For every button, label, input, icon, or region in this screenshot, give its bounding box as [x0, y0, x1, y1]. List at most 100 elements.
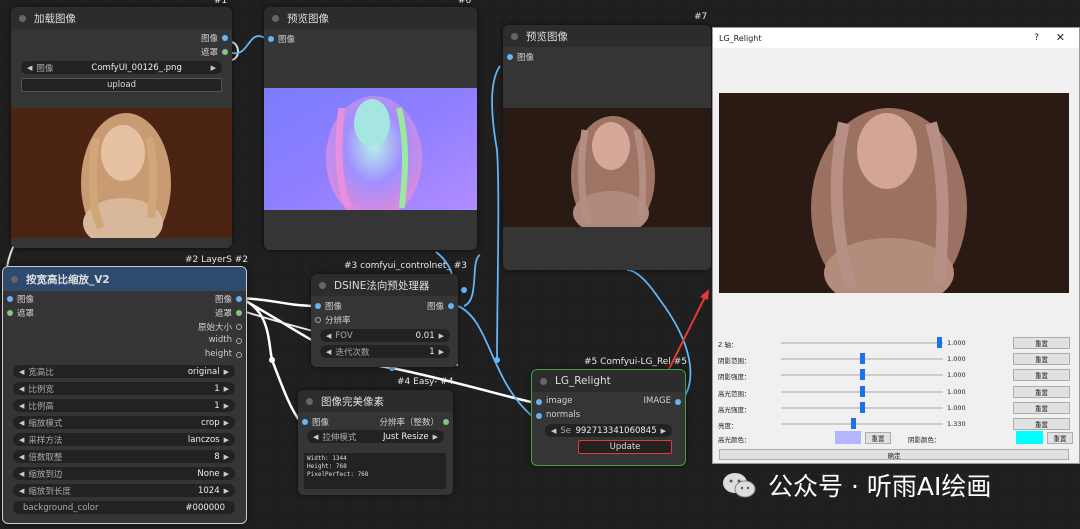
dialog-titlebar[interactable]: LG_Relight ? ✕	[713, 28, 1079, 48]
arrow-left-icon[interactable]: ◀	[313, 433, 318, 441]
arrow-left-icon[interactable]: ◀	[19, 385, 24, 393]
arrow-left-icon[interactable]: ◀	[19, 402, 24, 410]
node-header[interactable]: 预览图像	[264, 7, 477, 29]
info-text-area[interactable]: Width: 1344 Height: 768 PixelPerfect: 76…	[304, 453, 446, 489]
collapse-dot-icon[interactable]	[540, 377, 547, 385]
node-header[interactable]: 图像完美像素	[298, 390, 453, 412]
lg-relight-node[interactable]: LG_Relight image normals IMAGE ◀ Se 992713…	[531, 369, 686, 466]
reset-button[interactable]: 重置	[1013, 401, 1070, 414]
arrow-right-icon[interactable]: ▶	[433, 433, 438, 441]
arrow-right-icon[interactable]: ▶	[224, 402, 229, 410]
node-header[interactable]: 加载图像	[11, 7, 232, 29]
widget-row[interactable]: ◀ 缩放到边 None ▶	[13, 467, 235, 480]
arrow-right-icon[interactable]: ▶	[439, 348, 444, 356]
output-image-socket[interactable]	[222, 35, 228, 41]
collapse-dot-icon[interactable]	[272, 14, 279, 22]
widget-row[interactable]: ◀ 倍数取整 8 ▶	[13, 450, 235, 463]
arrow-right-icon[interactable]: ▶	[439, 332, 444, 340]
arrow-right-icon[interactable]: ▶	[224, 419, 229, 427]
arrow-left-icon[interactable]: ◀	[19, 470, 24, 478]
node-canvas[interactable]: #1 加载图像 图像 遮罩 ◀ 图像 ComfyUI_00126_.png ▶ upl…	[0, 0, 1080, 529]
upload-button[interactable]: upload	[21, 78, 222, 92]
collapse-dot-icon[interactable]	[511, 32, 518, 40]
preview-image-node-2[interactable]: 预览图像 图像	[503, 25, 711, 270]
confirm-button[interactable]: 确定	[719, 449, 1069, 460]
node-header[interactable]: 预览图像	[503, 25, 711, 47]
output-image-socket[interactable]	[448, 303, 454, 309]
seed-widget[interactable]: ◀ Se 992713341060845 ▶	[545, 424, 672, 437]
arrow-right-icon[interactable]: ▶	[224, 470, 229, 478]
input-image-socket[interactable]	[7, 296, 13, 302]
arrow-left-icon[interactable]: ◀	[326, 332, 331, 340]
output-image-socket[interactable]	[236, 296, 242, 302]
input-image-socket[interactable]	[536, 399, 542, 405]
node-header[interactable]: LG_Relight	[532, 370, 685, 392]
widget-row[interactable]: background_color #000000	[13, 501, 235, 514]
arrow-right-icon[interactable]: ▶	[224, 453, 229, 461]
arrow-left-icon[interactable]: ◀	[27, 64, 32, 72]
output-mask-socket[interactable]	[222, 49, 228, 55]
output-original-size-socket[interactable]	[236, 324, 242, 330]
input-image-socket[interactable]	[315, 303, 321, 309]
node-header[interactable]: DSINE法向预处理器	[311, 274, 458, 296]
collapse-dot-icon[interactable]	[19, 14, 26, 22]
output-image-socket[interactable]	[675, 399, 681, 405]
input-image-socket[interactable]	[268, 36, 274, 42]
slider-track[interactable]	[781, 423, 943, 425]
help-icon[interactable]: ?	[1034, 33, 1039, 43]
close-icon[interactable]: ✕	[1056, 31, 1065, 44]
reset-button[interactable]: 重置	[1013, 385, 1070, 398]
arrow-right-icon[interactable]: ▶	[661, 427, 666, 435]
arrow-left-icon[interactable]: ◀	[551, 427, 556, 435]
arrow-left-icon[interactable]: ◀	[19, 419, 24, 427]
preview-image-node[interactable]: 预览图像 图像	[264, 7, 477, 250]
highlight-color-swatch[interactable]	[835, 431, 861, 444]
input-mask-socket[interactable]	[7, 310, 13, 316]
collapse-dot-icon[interactable]	[11, 275, 18, 283]
reset-button[interactable]: 重置	[1013, 369, 1070, 382]
iterations-widget[interactable]: ◀ 迭代次数 1 ▶	[320, 345, 450, 358]
arrow-right-icon[interactable]: ▶	[224, 368, 229, 376]
arrow-left-icon[interactable]: ◀	[19, 368, 24, 376]
output-width-socket[interactable]	[236, 338, 242, 344]
slider-thumb[interactable]	[860, 401, 865, 413]
collapse-dot-icon[interactable]	[306, 397, 313, 405]
output-mask-socket[interactable]	[236, 310, 242, 316]
update-button[interactable]: Update	[578, 440, 672, 454]
arrow-right-icon[interactable]: ▶	[211, 64, 216, 72]
arrow-left-icon[interactable]: ◀	[326, 348, 331, 356]
dsine-normal-node[interactable]: DSINE法向预处理器 图像 分辨率 图像 ◀ FOV 0.01 ▶ ◀ 迭代次数 1 ▶	[311, 274, 458, 367]
reset-button[interactable]: 重置	[1013, 353, 1070, 366]
widget-row[interactable]: ◀ 缩放模式 crop ▶	[13, 416, 235, 429]
input-resolution-socket[interactable]	[315, 317, 321, 323]
arrow-right-icon[interactable]: ▶	[224, 385, 229, 393]
scale-by-aspect-node[interactable]: 按宽高比缩放_V2 图像 遮罩 图像 遮罩 原始大小 width height …	[2, 266, 247, 524]
output-resolution-socket[interactable]	[443, 419, 449, 425]
input-normals-socket[interactable]	[536, 413, 542, 419]
widget-row[interactable]: ◀ 比例宽 1 ▶	[13, 382, 235, 395]
fov-widget[interactable]: ◀ FOV 0.01 ▶	[320, 329, 450, 342]
arrow-left-icon[interactable]: ◀	[19, 436, 24, 444]
slider-thumb[interactable]	[850, 418, 856, 429]
widget-row[interactable]: ◀ 宽高比 original ▶	[13, 365, 235, 378]
arrow-right-icon[interactable]: ▶	[224, 487, 229, 495]
slider-thumb[interactable]	[860, 353, 865, 365]
image-select-widget[interactable]: ◀ 图像 ComfyUI_00126_.png ▶	[21, 61, 222, 74]
pixel-perfect-node[interactable]: 图像完美像素 图像 分辨率（整数） ◀ 拉伸模式 Just Resize ▶ Widt…	[298, 390, 453, 495]
shadow-reset-button[interactable]: 重置	[1047, 432, 1073, 444]
reset-button[interactable]: 重置	[1013, 418, 1070, 430]
widget-row[interactable]: ◀ 比例高 1 ▶	[13, 399, 235, 412]
highlight-reset-button[interactable]: 重置	[865, 432, 891, 444]
widget-row[interactable]: ◀ 采样方法 lanczos ▶	[13, 433, 235, 446]
slider-track[interactable]	[781, 342, 943, 344]
slider-thumb[interactable]	[937, 337, 943, 348]
input-image-socket[interactable]	[507, 54, 513, 60]
slider-thumb[interactable]	[860, 385, 865, 397]
widget-row[interactable]: ◀ 缩放到长度 1024 ▶	[13, 484, 235, 497]
input-image-socket[interactable]	[302, 419, 308, 425]
arrow-right-icon[interactable]: ▶	[224, 436, 229, 444]
load-image-node[interactable]: 加载图像 图像 遮罩 ◀ 图像 ComfyUI_00126_.png ▶ upload	[11, 7, 232, 248]
shadow-color-swatch[interactable]	[1016, 431, 1043, 444]
arrow-left-icon[interactable]: ◀	[19, 487, 24, 495]
arrow-left-icon[interactable]: ◀	[19, 453, 24, 461]
